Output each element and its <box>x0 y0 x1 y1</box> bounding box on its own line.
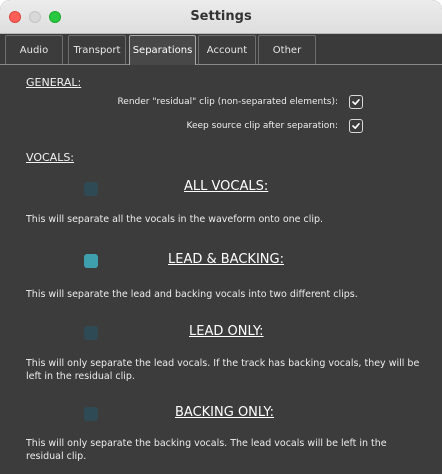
lead-backing-description: This will separate the lead and backing … <box>26 289 358 300</box>
keep-source-label: Keep source clip after separation: <box>186 121 338 131</box>
separations-panel: GENERAL: Render "residual" clip (non-sep… <box>0 65 442 474</box>
lead-backing-radio[interactable] <box>84 254 98 268</box>
backing-only-description: This will only separate the backing voca… <box>26 438 387 462</box>
tab-separations[interactable]: Separations <box>129 35 196 65</box>
backing-only-title: BACKING ONLY: <box>175 405 275 420</box>
lead-only-radio[interactable] <box>84 326 98 340</box>
window-title: Settings <box>190 9 252 24</box>
general-heading: GENERAL: <box>26 76 82 89</box>
backing-only-radio[interactable] <box>84 407 98 421</box>
checkmark-icon <box>352 99 360 105</box>
all-vocals-radio[interactable] <box>84 182 98 196</box>
checkmark-icon <box>352 123 360 129</box>
title-bar: Settings <box>0 0 442 34</box>
tab-audio[interactable]: Audio <box>5 35 63 64</box>
all-vocals-title: ALL VOCALS: <box>184 179 269 194</box>
tab-other[interactable]: Other <box>258 35 316 64</box>
render-residual-label: Render "residual" clip (non-separated el… <box>117 97 338 107</box>
vocals-heading: VOCALS: <box>26 151 75 164</box>
tab-transport[interactable]: Transport <box>68 35 126 64</box>
lead-only-title: LEAD ONLY: <box>189 324 264 339</box>
tab-bar: Audio Transport Separations Account Othe… <box>0 34 442 65</box>
keep-source-checkbox[interactable] <box>349 119 363 133</box>
tab-account[interactable]: Account <box>198 35 256 64</box>
lead-backing-title: LEAD & BACKING: <box>168 252 284 267</box>
settings-window: Settings Audio Transport Separations Acc… <box>0 0 442 474</box>
all-vocals-description: This will separate all the vocals in the… <box>26 214 324 225</box>
lead-only-description: This will only separate the lead vocals.… <box>26 358 420 382</box>
render-residual-checkbox[interactable] <box>349 95 363 109</box>
